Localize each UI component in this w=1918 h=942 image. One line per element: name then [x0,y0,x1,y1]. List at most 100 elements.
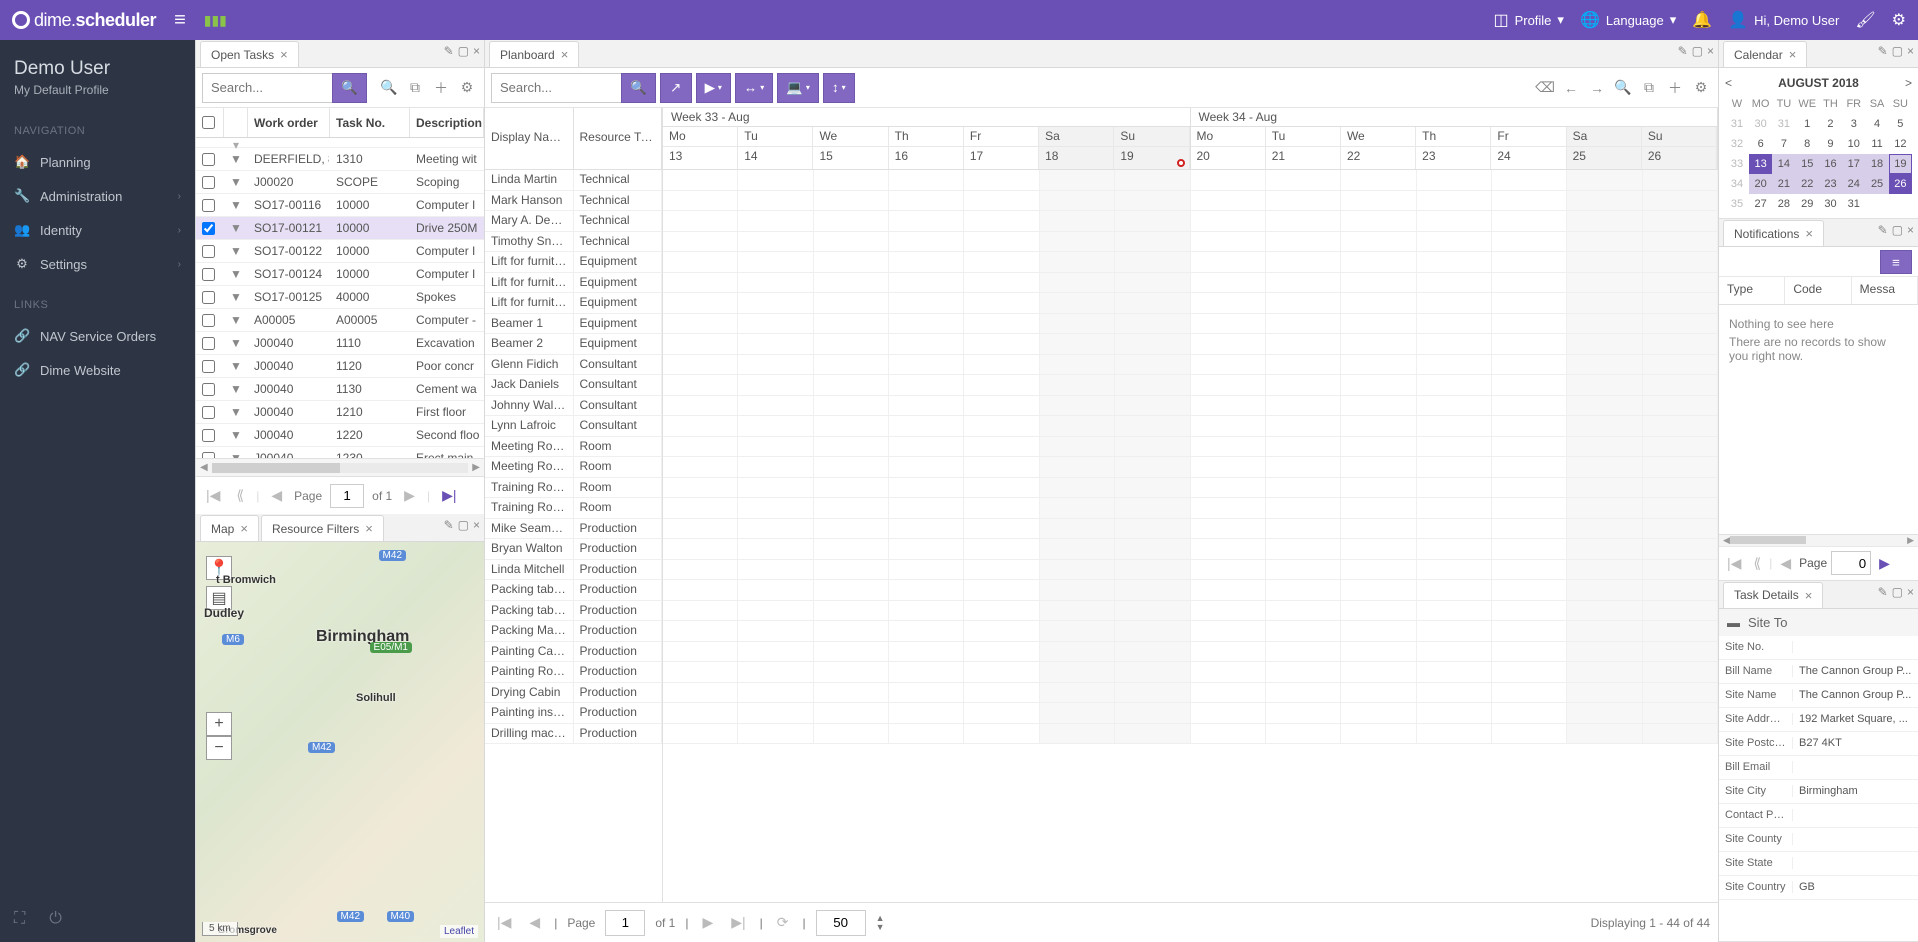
grid-cell[interactable] [738,355,813,375]
resource-row[interactable]: Jack DanielsConsultant [485,375,662,396]
grid-cell[interactable] [1191,375,1266,395]
grid-cell[interactable] [1417,457,1492,477]
grid-cell[interactable] [1115,498,1190,518]
prev-page-icon[interactable]: ◀ [1776,555,1795,572]
grid-row[interactable] [663,580,1718,601]
grid-cell[interactable] [663,662,738,682]
row-checkbox[interactable] [202,153,215,166]
grid-cell[interactable] [1115,621,1190,641]
cal-day[interactable]: 22 [1796,174,1819,194]
grid-cell[interactable] [663,314,738,334]
grid-cell[interactable] [1567,375,1642,395]
grid-row[interactable] [663,621,1718,642]
grid-cell[interactable] [1191,478,1266,498]
grid-cell[interactable] [1191,621,1266,641]
grid-cell[interactable] [889,396,964,416]
search-button[interactable]: 🔍 [621,73,656,103]
cal-day[interactable]: 10 [1842,134,1865,154]
cal-day[interactable]: 12 [1889,134,1912,154]
grid-cell[interactable] [1191,437,1266,457]
cal-day[interactable]: 3 [1842,114,1865,134]
grid-cell[interactable] [1643,580,1718,600]
grid-cell[interactable] [1567,314,1642,334]
task-row[interactable]: ▼SO17-0012110000Drive 250M [196,217,484,240]
first-page-icon[interactable]: |◀ [1723,555,1745,572]
grid-cell[interactable] [1567,683,1642,703]
grid-row[interactable] [663,355,1718,376]
grid-cell[interactable] [1115,252,1190,272]
grid-cell[interactable] [663,478,738,498]
tasks-search-input[interactable] [202,73,332,103]
grid-cell[interactable] [1643,683,1718,703]
grid-cell[interactable] [964,252,1039,272]
grid-cell[interactable] [1040,457,1115,477]
grid-cell[interactable] [1417,683,1492,703]
resource-row[interactable]: Johnny WalkerConsultant [485,396,662,417]
close-icon[interactable]: × [240,521,248,536]
grid-cell[interactable] [663,293,738,313]
grid-cell[interactable] [1643,170,1718,190]
grid-cell[interactable] [1492,273,1567,293]
next-page-icon[interactable]: ▶ [400,487,419,504]
grid-cell[interactable] [1266,724,1341,744]
grid-cell[interactable] [1417,170,1492,190]
grid-cell[interactable] [1492,170,1567,190]
task-row[interactable]: ▼J00020SCOPEScoping [196,171,484,194]
profile-dropdown[interactable]: ◫ Profile ▾ [1493,10,1564,30]
grid-cell[interactable] [964,170,1039,190]
resource-row[interactable]: Painting CabinProduction [485,642,662,663]
grid-cell[interactable] [1191,724,1266,744]
col-task-no[interactable]: Task No. [330,108,410,137]
grid-cell[interactable] [1417,580,1492,600]
grid-cell[interactable] [1040,170,1115,190]
filter-icon[interactable]: ▼ [224,447,248,458]
resource-row[interactable]: Linda MitchellProduction [485,560,662,581]
grid-cell[interactable] [1266,539,1341,559]
grid-cell[interactable] [814,170,889,190]
scroll-left-icon[interactable]: ◀ [200,462,208,473]
grid-cell[interactable] [1191,580,1266,600]
grid-row[interactable] [663,396,1718,417]
grid-cell[interactable] [1266,252,1341,272]
day-header[interactable]: Su19 [1114,127,1189,169]
sidebar-item-settings[interactable]: ⚙Settings› [0,247,195,281]
task-row[interactable]: ▼J000401220Second floo [196,424,484,447]
grid-cell[interactable] [1492,498,1567,518]
grid-cell[interactable] [1567,457,1642,477]
cal-day[interactable]: 26 [1889,174,1912,194]
grid-cell[interactable] [1643,724,1718,744]
grid-cell[interactable] [1643,252,1718,272]
grid-cell[interactable] [1115,375,1190,395]
grid-cell[interactable] [1191,703,1266,723]
grid-cell[interactable] [1115,457,1190,477]
grid-cell[interactable] [1417,519,1492,539]
grid-cell[interactable] [889,724,964,744]
sidebar-item-administration[interactable]: 🔧Administration› [0,179,195,213]
cal-day[interactable]: 8 [1796,134,1819,154]
tab-notifications[interactable]: Notifications × [1723,220,1824,246]
grid-cell[interactable] [663,211,738,231]
grid-cell[interactable] [964,191,1039,211]
resource-row[interactable]: Training Roo...Room [485,478,662,499]
grid-cell[interactable] [1266,416,1341,436]
collapse-icon[interactable]: ▬ [1727,615,1740,630]
grid-cell[interactable] [1115,519,1190,539]
grid-cell[interactable] [1567,662,1642,682]
grid-cell[interactable] [814,437,889,457]
grid-cell[interactable] [1643,560,1718,580]
grid-cell[interactable] [964,293,1039,313]
grid-cell[interactable] [738,232,813,252]
day-header[interactable]: Mo13 [663,127,738,169]
link-icon[interactable]: ✎ [1878,44,1888,58]
grid-cell[interactable] [1115,539,1190,559]
grid-cell[interactable] [1643,416,1718,436]
grid-cell[interactable] [814,375,889,395]
grid-cell[interactable] [889,601,964,621]
grid-cell[interactable] [1492,375,1567,395]
grid-cell[interactable] [964,703,1039,723]
link-icon[interactable]: ✎ [1878,223,1888,237]
grid-cell[interactable] [738,519,813,539]
grid-cell[interactable] [1417,396,1492,416]
grid-cell[interactable] [1417,498,1492,518]
tab-planboard[interactable]: Planboard × [489,41,579,67]
